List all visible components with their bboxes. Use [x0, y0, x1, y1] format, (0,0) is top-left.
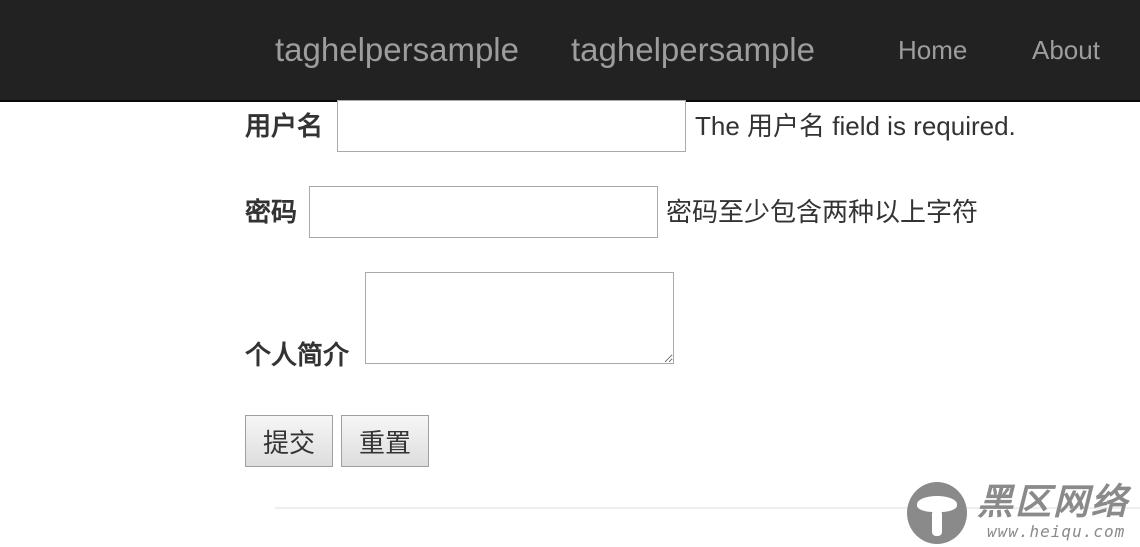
username-input[interactable]	[337, 100, 686, 152]
navbar: taghelpersample taghelpersample Home Abo…	[0, 0, 1140, 102]
nav-link-about[interactable]: About	[1032, 32, 1100, 68]
watermark-title: 黑区网络	[977, 481, 1130, 522]
mushroom-stem	[932, 510, 942, 536]
submit-button[interactable]: 提交	[245, 415, 333, 467]
bio-textarea[interactable]	[365, 272, 674, 364]
reset-button[interactable]: 重置	[341, 415, 429, 467]
brand-link[interactable]: taghelpersample	[275, 30, 519, 70]
password-input[interactable]	[309, 186, 658, 238]
mushroom-logo-icon	[907, 482, 967, 544]
password-validation-message: 密码至少包含两种以上字符	[666, 197, 979, 227]
username-validation-message: The 用户名 field is required.	[695, 111, 1016, 141]
watermark: 黑区网络 www.heiqu.com	[907, 480, 1140, 547]
username-label: 用户名	[245, 111, 324, 141]
watermark-url: www.heiqu.com	[987, 522, 1126, 541]
nav-link-home[interactable]: Home	[898, 32, 967, 68]
bio-label: 个人简介	[245, 340, 350, 370]
password-label: 密码	[245, 197, 298, 227]
brand-link-secondary[interactable]: taghelpersample	[571, 30, 815, 70]
